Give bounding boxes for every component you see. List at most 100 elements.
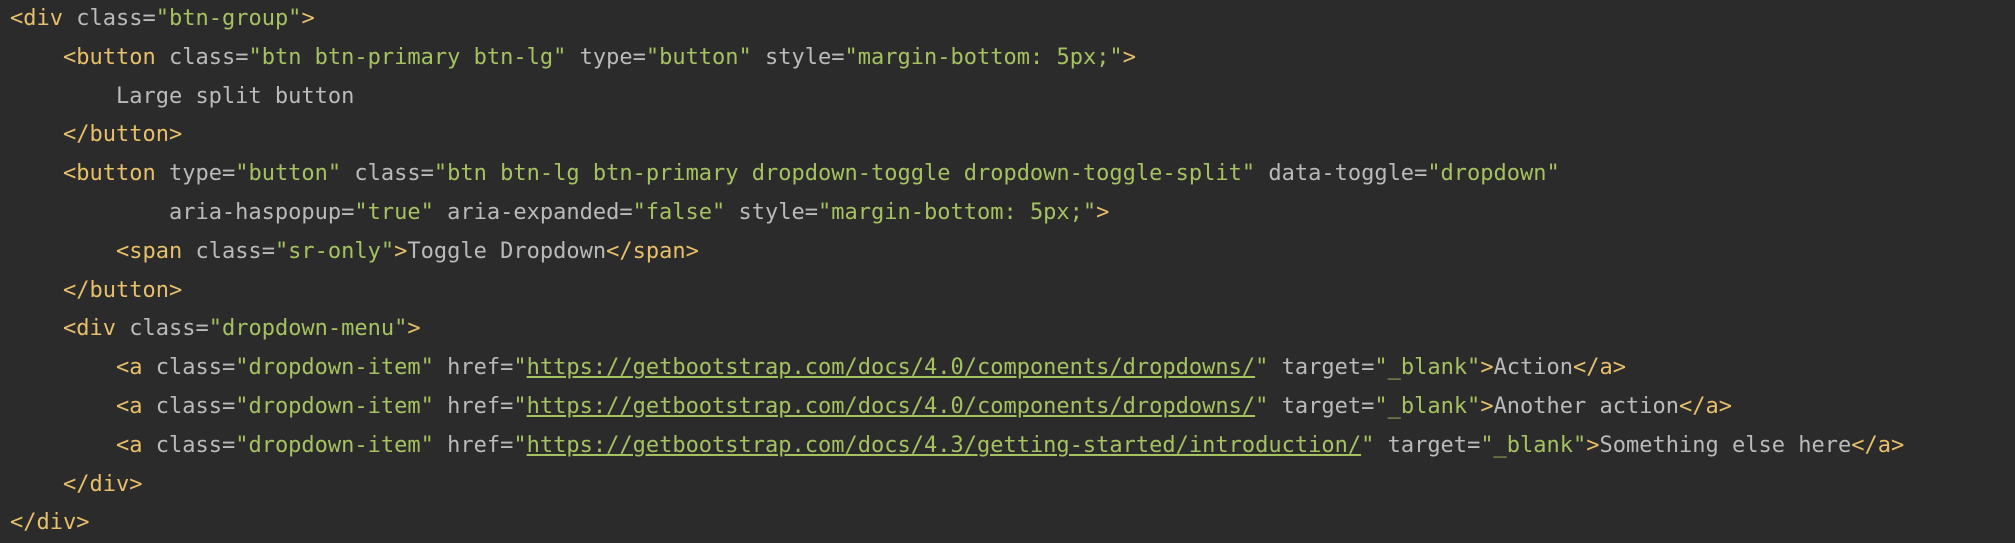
- code-equals: =: [195, 316, 209, 342]
- code-attribute-name: href: [447, 355, 501, 381]
- code-punctuation: </: [62, 277, 90, 303]
- code-url-link[interactable]: https://getbootstrap.com/docs/4.0/compon…: [527, 394, 1255, 419]
- code-equals: =: [1361, 355, 1375, 381]
- code-line[interactable]: <button class="btn btn-primary btn-lg" t…: [0, 39, 2015, 78]
- code-punctuation: </: [1679, 393, 1706, 419]
- code-punctuation: </: [10, 510, 37, 536]
- code-tag-name: span: [632, 238, 686, 264]
- code-editor[interactable]: <div class="btn-group"> <button class="b…: [0, 0, 2015, 539]
- code-equals: =: [261, 238, 275, 264]
- code-line[interactable]: </button>: [0, 116, 2015, 155]
- code-punctuation: </: [62, 471, 90, 497]
- code-punctuation: <: [62, 316, 77, 342]
- code-punctuation: </: [1573, 355, 1600, 381]
- code-attribute-name: class: [354, 161, 421, 187]
- code-punctuation: </: [1851, 432, 1878, 458]
- code-equals: =: [500, 432, 514, 458]
- code-line[interactable]: </button>: [0, 272, 2015, 311]
- code-attribute-name: class: [76, 6, 143, 31]
- code-attribute-value: ": [1255, 355, 1269, 381]
- code-attribute-value: "dropdown-item": [235, 432, 434, 458]
- code-attribute-value: "dropdown-menu": [208, 316, 408, 342]
- code-line[interactable]: <button type="button" class="btn btn-lg …: [0, 155, 2015, 194]
- code-attribute-value: "true": [354, 199, 434, 225]
- code-tag-name: a: [129, 393, 143, 419]
- code-text-content: Something else here: [1599, 432, 1852, 458]
- code-tag-name: div: [23, 6, 63, 31]
- code-line[interactable]: aria-haspopup="true" aria-expanded="fals…: [0, 194, 2015, 233]
- code-attribute-value: "margin-bottom: 5px;": [844, 44, 1123, 70]
- code-tag-name: a: [1705, 393, 1719, 419]
- code-line[interactable]: <div class="dropdown-menu">: [0, 310, 2015, 349]
- code-url-link[interactable]: https://getbootstrap.com/docs/4.3/gettin…: [527, 433, 1361, 458]
- code-punctuation: >: [1586, 432, 1600, 458]
- code-punctuation: <: [115, 355, 130, 381]
- code-punctuation: >: [1890, 432, 1905, 458]
- code-text-content: Another action: [1493, 393, 1679, 419]
- code-line[interactable]: <div class="btn-group">: [0, 0, 2015, 39]
- code-punctuation: >: [168, 277, 183, 303]
- code-attribute-value: "margin-bottom: 5px;": [818, 199, 1097, 225]
- code-equals: =: [804, 199, 819, 225]
- code-line[interactable]: </div>: [0, 504, 2015, 543]
- code-attribute-name: data-toggle: [1268, 161, 1415, 187]
- code-attribute-value: "dropdown-item": [235, 355, 434, 381]
- code-equals: =: [500, 355, 514, 381]
- code-punctuation: >: [129, 471, 143, 497]
- code-punctuation: >: [1612, 355, 1627, 381]
- code-punctuation: >: [685, 238, 699, 264]
- code-equals: =: [341, 199, 355, 225]
- code-attribute-name: target: [1281, 355, 1362, 381]
- code-attribute-value: "dropdown-item": [235, 393, 434, 419]
- code-tag-name: div: [89, 471, 130, 497]
- code-line[interactable]: <span class="sr-only">Toggle Dropdown</s…: [0, 233, 2015, 272]
- code-attribute-value: "false": [632, 199, 726, 225]
- code-punctuation: >: [1480, 355, 1494, 381]
- code-line[interactable]: <a class="dropdown-item" href="https://g…: [0, 349, 2015, 388]
- code-punctuation: >: [76, 510, 90, 536]
- code-tag-name: button: [89, 122, 169, 148]
- code-attribute-name: aria-expanded: [447, 199, 620, 225]
- code-text-content: Toggle Dropdown: [407, 238, 607, 264]
- code-line[interactable]: <a class="dropdown-item" href="https://g…: [0, 388, 2015, 427]
- code-attribute-value: "_blank": [1374, 393, 1481, 419]
- code-equals: =: [831, 44, 845, 70]
- code-attribute-value: "button": [235, 161, 342, 187]
- code-line[interactable]: </div>: [0, 466, 2015, 505]
- code-tag-name: div: [36, 510, 77, 536]
- code-attribute-name: class: [155, 355, 222, 381]
- code-equals: =: [420, 161, 434, 187]
- code-line[interactable]: Large split button: [0, 78, 2015, 117]
- code-attribute-name: type: [579, 44, 633, 70]
- code-equals: =: [1414, 161, 1428, 187]
- code-attribute-value: "_blank": [1480, 432, 1587, 458]
- code-attribute-value: "button": [645, 44, 752, 70]
- code-attribute-value: "dropdown": [1427, 161, 1560, 187]
- code-url-link[interactable]: https://getbootstrap.com/docs/4.0/compon…: [527, 355, 1255, 380]
- code-punctuation: >: [1096, 199, 1110, 225]
- code-attribute-value: "btn btn-lg btn-primary dropdown-toggle …: [433, 161, 1256, 187]
- code-line[interactable]: <a class="dropdown-item" href="https://g…: [0, 427, 2015, 466]
- code-tag-name: span: [129, 238, 183, 264]
- code-attribute-name: style: [765, 44, 832, 70]
- code-equals: =: [221, 161, 236, 187]
- code-equals: =: [221, 355, 236, 381]
- code-attribute-name: class: [155, 432, 222, 458]
- code-punctuation: <: [62, 44, 77, 70]
